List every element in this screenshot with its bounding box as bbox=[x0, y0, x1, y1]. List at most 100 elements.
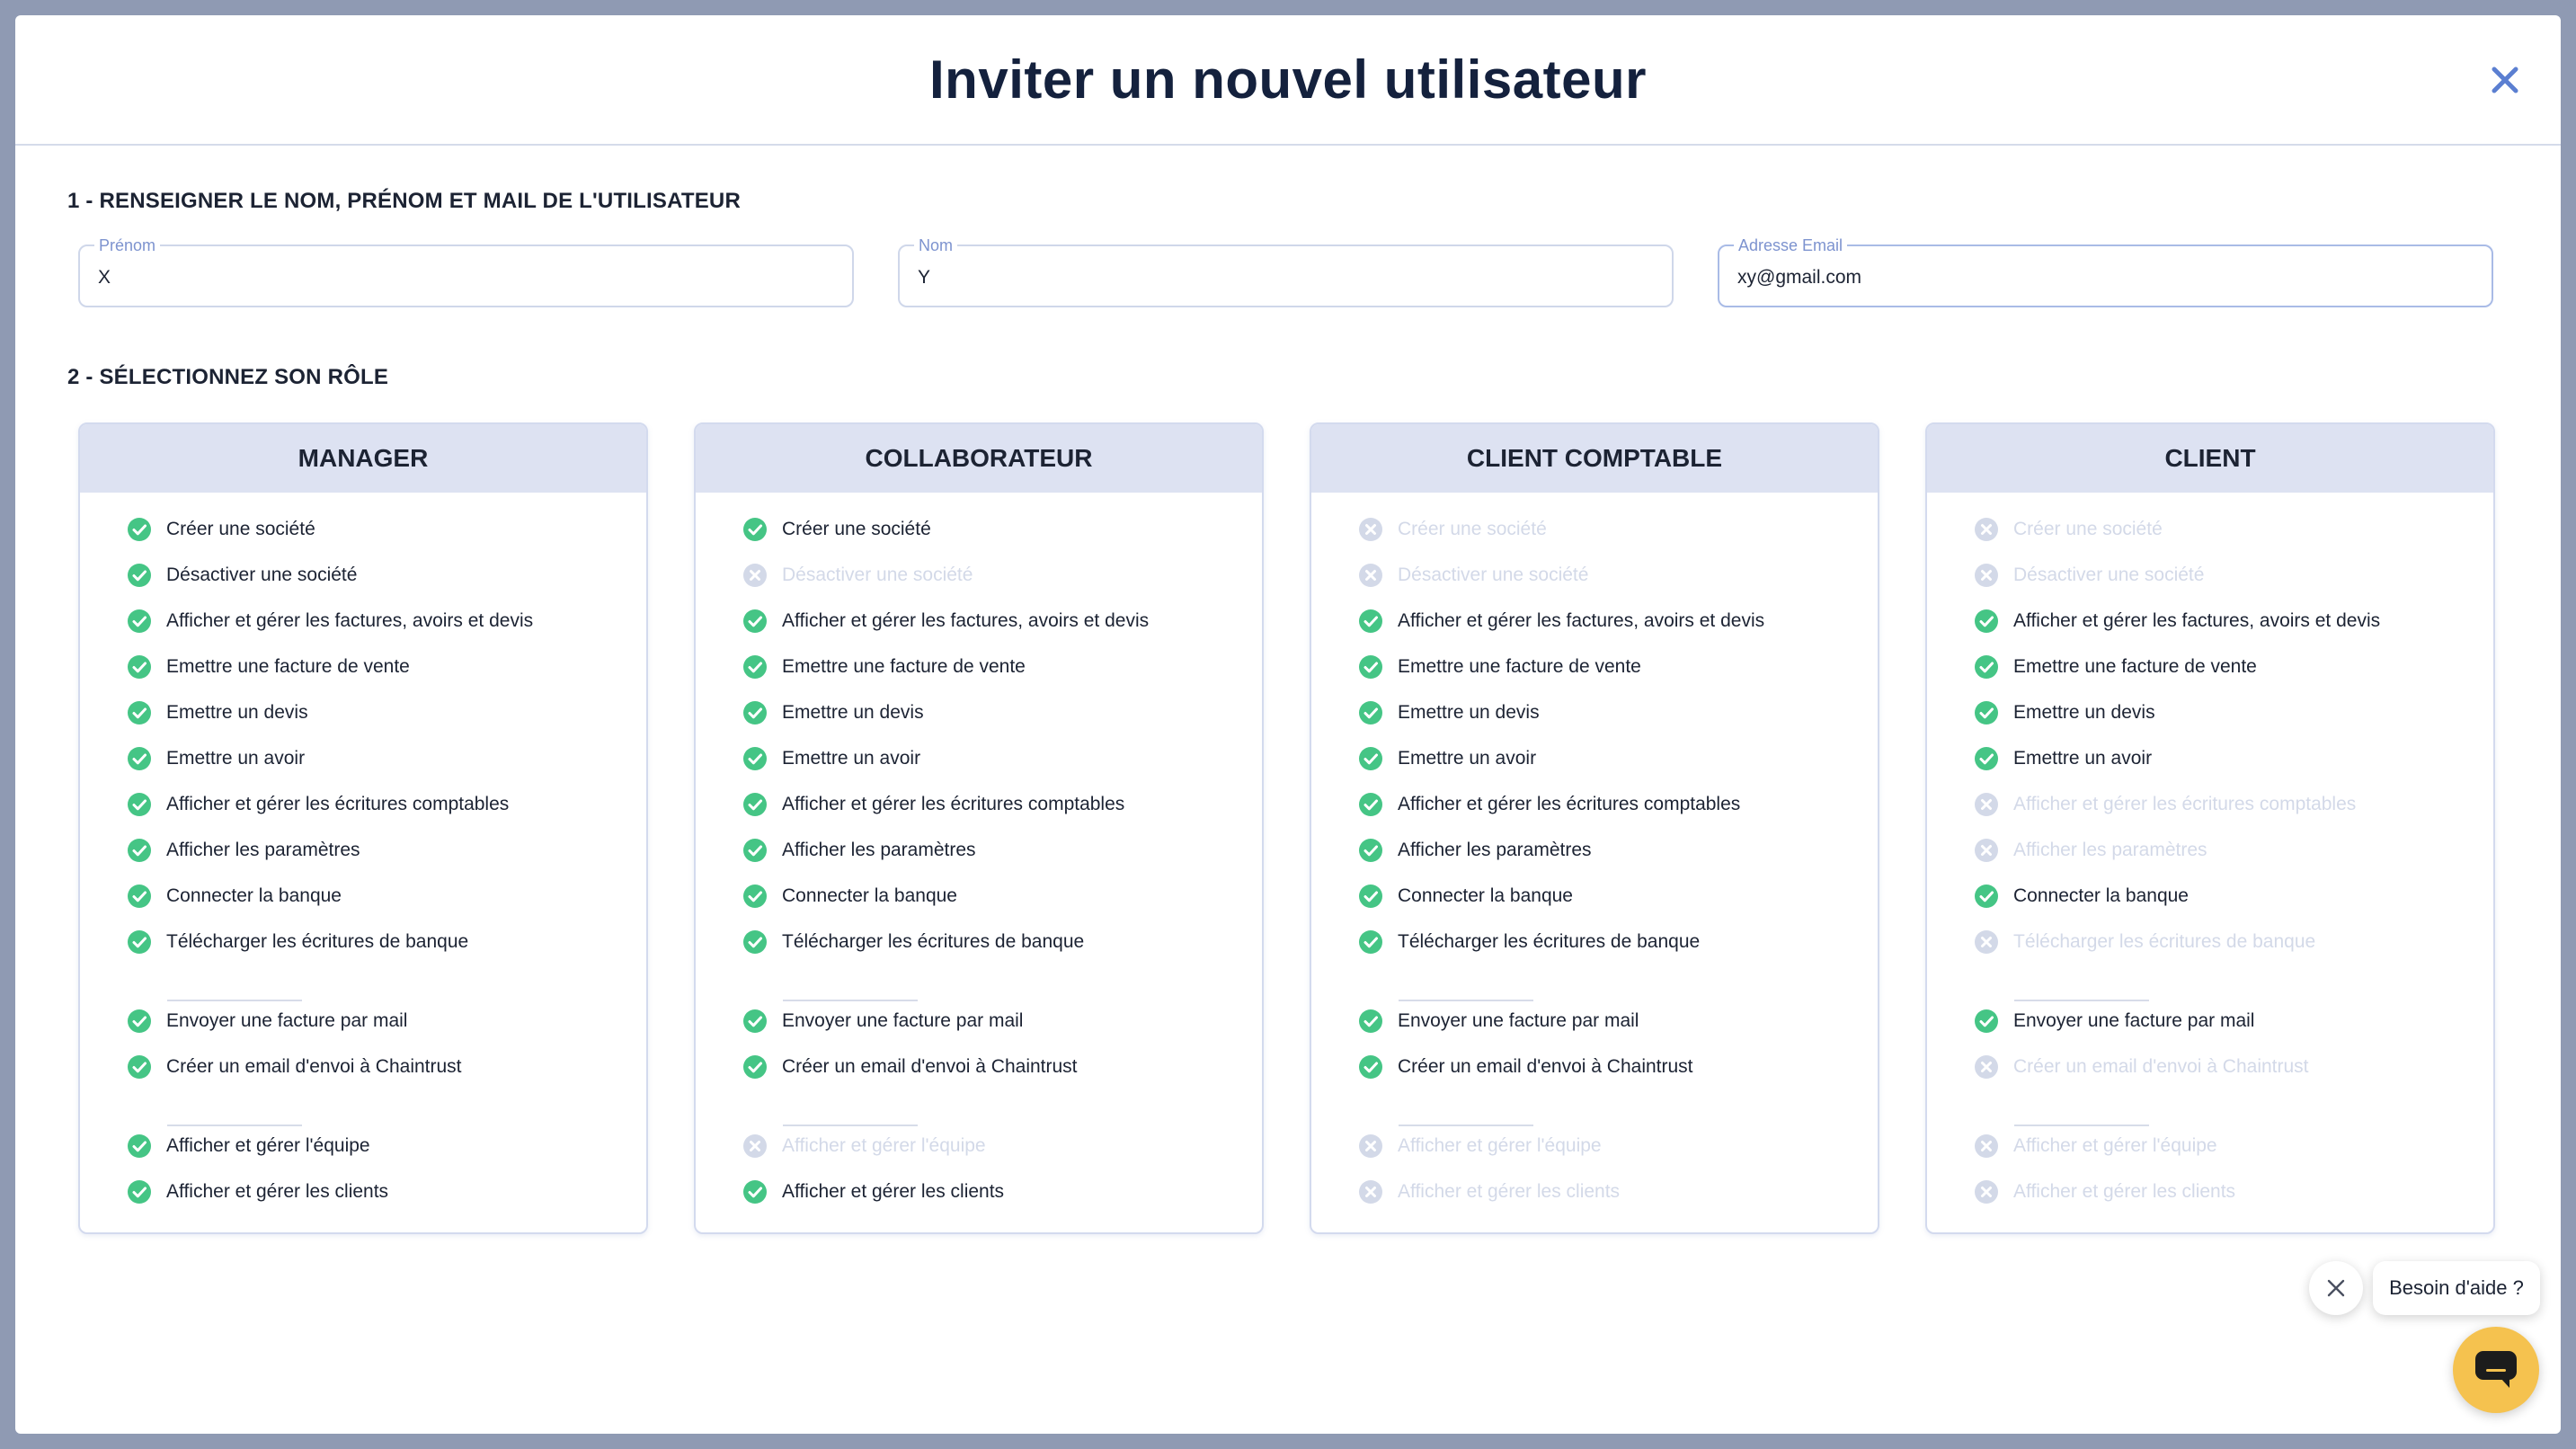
permission-label: Emettre une facture de vente bbox=[1398, 656, 1641, 677]
x-circle-icon bbox=[1359, 518, 1382, 541]
role-card-collaborateur[interactable]: COLLABORATEUR Créer une société Désactiver… bbox=[694, 422, 1264, 1234]
permission-item: Afficher les paramètres bbox=[1358, 835, 1592, 866]
lastname-field[interactable]: Nom bbox=[898, 236, 1674, 307]
step2-title: 2 - SÉLECTIONNEZ SON RÔLE bbox=[67, 365, 389, 389]
permission-label: Emettre un avoir bbox=[2013, 748, 2153, 769]
x-circle-icon bbox=[1975, 839, 1998, 862]
x-circle-icon bbox=[1975, 793, 1998, 816]
check-circle-icon bbox=[1975, 655, 1998, 679]
check-circle-icon bbox=[743, 518, 767, 541]
permission-label: Afficher et gérer les clients bbox=[1398, 1181, 1621, 1202]
permission-item: Créer une société bbox=[127, 514, 315, 545]
permission-label: Créer une société bbox=[166, 519, 315, 539]
step1-title: 1 - RENSEIGNER LE NOM, PRÉNOM ET MAIL DE… bbox=[67, 189, 741, 213]
permission-item: Envoyer une facture par mail bbox=[742, 1006, 1023, 1036]
permission-item: Désactiver une société bbox=[742, 560, 973, 591]
permission-label: Emettre une facture de vente bbox=[782, 656, 1026, 677]
email-input[interactable] bbox=[1737, 264, 2474, 291]
permission-item: Afficher et gérer les écritures comptabl… bbox=[1974, 789, 2356, 820]
permission-item: Connecter la banque bbox=[742, 881, 957, 911]
permission-label: Télécharger les écritures de banque bbox=[166, 931, 469, 952]
permission-item: Afficher les paramètres bbox=[742, 835, 976, 866]
role-card-manager[interactable]: MANAGER Créer une société Désactiver une s… bbox=[78, 422, 648, 1234]
permission-label: Afficher les paramètres bbox=[166, 840, 360, 860]
x-circle-icon bbox=[1975, 1180, 1998, 1204]
permission-item: Afficher et gérer l'équipe bbox=[1358, 1131, 1602, 1161]
check-circle-icon bbox=[1975, 701, 1998, 724]
check-circle-icon bbox=[128, 655, 151, 679]
check-circle-icon bbox=[743, 1055, 767, 1079]
permission-label: Emettre un avoir bbox=[166, 748, 306, 769]
x-circle-icon bbox=[1975, 1134, 1998, 1158]
check-circle-icon bbox=[743, 839, 767, 862]
permission-item: Emettre un avoir bbox=[127, 743, 305, 774]
permission-item: Télécharger les écritures de banque bbox=[1974, 927, 2315, 957]
permission-item: Emettre un devis bbox=[1358, 698, 1540, 728]
x-circle-icon bbox=[1975, 564, 1998, 587]
permission-item: Envoyer une facture par mail bbox=[1358, 1006, 1639, 1036]
permission-item: Emettre une facture de vente bbox=[127, 652, 410, 682]
permission-item: Créer un email d'envoi à Chaintrust bbox=[742, 1052, 1078, 1082]
role-card-client[interactable]: CLIENT Créer une société Désactiver une so… bbox=[1925, 422, 2495, 1234]
permission-item: Connecter la banque bbox=[1974, 881, 2189, 911]
permission-label: Connecter la banque bbox=[782, 885, 957, 906]
help-bubble[interactable]: Besoin d'aide ? bbox=[2373, 1261, 2540, 1315]
permission-list: Créer une société Désactiver une société A… bbox=[1311, 424, 1878, 1232]
permission-list: Créer une société Désactiver une société A… bbox=[80, 424, 646, 1232]
permission-item: Connecter la banque bbox=[127, 881, 342, 911]
permission-list: Créer une société Désactiver une société A… bbox=[1927, 424, 2493, 1232]
check-circle-icon bbox=[1359, 747, 1382, 770]
check-circle-icon bbox=[128, 701, 151, 724]
permission-item: Envoyer une facture par mail bbox=[127, 1006, 407, 1036]
check-circle-icon bbox=[128, 747, 151, 770]
permission-item: Emettre un devis bbox=[127, 698, 308, 728]
permission-item: Emettre un devis bbox=[1974, 698, 2155, 728]
check-circle-icon bbox=[128, 1009, 151, 1033]
permission-item: Télécharger les écritures de banque bbox=[127, 927, 468, 957]
permission-item: Créer une société bbox=[1358, 514, 1547, 545]
permission-label: Créer un email d'envoi à Chaintrust bbox=[1398, 1056, 1693, 1077]
permission-label: Connecter la banque bbox=[2013, 885, 2189, 906]
permission-label: Envoyer une facture par mail bbox=[2013, 1010, 2255, 1031]
permission-item: Emettre une facture de vente bbox=[1974, 652, 2257, 682]
permission-label: Désactiver une société bbox=[166, 564, 358, 585]
check-circle-icon bbox=[1359, 885, 1382, 908]
permission-label: Emettre un devis bbox=[2013, 702, 2155, 723]
permission-label: Afficher et gérer les écritures comptabl… bbox=[1398, 794, 1741, 814]
permission-item: Afficher et gérer les écritures comptabl… bbox=[742, 789, 1124, 820]
email-field[interactable]: Adresse Email bbox=[1718, 236, 2493, 307]
permission-item: Afficher les paramètres bbox=[127, 835, 360, 866]
firstname-input[interactable] bbox=[98, 264, 834, 291]
close-modal-button[interactable] bbox=[2487, 62, 2523, 98]
permission-label: Afficher et gérer l'équipe bbox=[1398, 1135, 1602, 1156]
permission-label: Connecter la banque bbox=[1398, 885, 1573, 906]
x-circle-icon bbox=[743, 1134, 767, 1158]
modal-header: Inviter un nouvel utilisateur bbox=[15, 15, 2561, 146]
permission-label: Afficher et gérer les clients bbox=[166, 1181, 389, 1202]
check-circle-icon bbox=[1359, 839, 1382, 862]
check-circle-icon bbox=[128, 793, 151, 816]
permission-label: Emettre un devis bbox=[782, 702, 924, 723]
chat-button[interactable] bbox=[2453, 1327, 2539, 1413]
x-circle-icon bbox=[1975, 930, 1998, 954]
permission-label: Afficher les paramètres bbox=[2013, 840, 2207, 860]
permission-item: Afficher et gérer les factures, avoirs e… bbox=[127, 606, 533, 636]
permission-item: Afficher et gérer l'équipe bbox=[1974, 1131, 2217, 1161]
check-circle-icon bbox=[128, 1134, 151, 1158]
lastname-input[interactable] bbox=[918, 264, 1654, 291]
permission-label: Afficher et gérer l'équipe bbox=[2013, 1135, 2217, 1156]
firstname-label: Prénom bbox=[94, 236, 161, 255]
firstname-field[interactable]: Prénom bbox=[78, 236, 854, 307]
permission-label: Afficher les paramètres bbox=[1398, 840, 1592, 860]
x-circle-icon bbox=[1359, 1134, 1382, 1158]
permission-label: Télécharger les écritures de banque bbox=[782, 931, 1085, 952]
permission-label: Créer une société bbox=[782, 519, 931, 539]
permission-item: Afficher et gérer les clients bbox=[1974, 1177, 2235, 1207]
check-circle-icon bbox=[128, 885, 151, 908]
check-circle-icon bbox=[743, 1009, 767, 1033]
help-close-button[interactable] bbox=[2309, 1261, 2363, 1315]
check-circle-icon bbox=[128, 930, 151, 954]
role-card-client-comptable[interactable]: CLIENT COMPTABLE Créer une société Désacti… bbox=[1310, 422, 1879, 1234]
permission-label: Envoyer une facture par mail bbox=[166, 1010, 408, 1031]
close-icon bbox=[2327, 1279, 2345, 1297]
